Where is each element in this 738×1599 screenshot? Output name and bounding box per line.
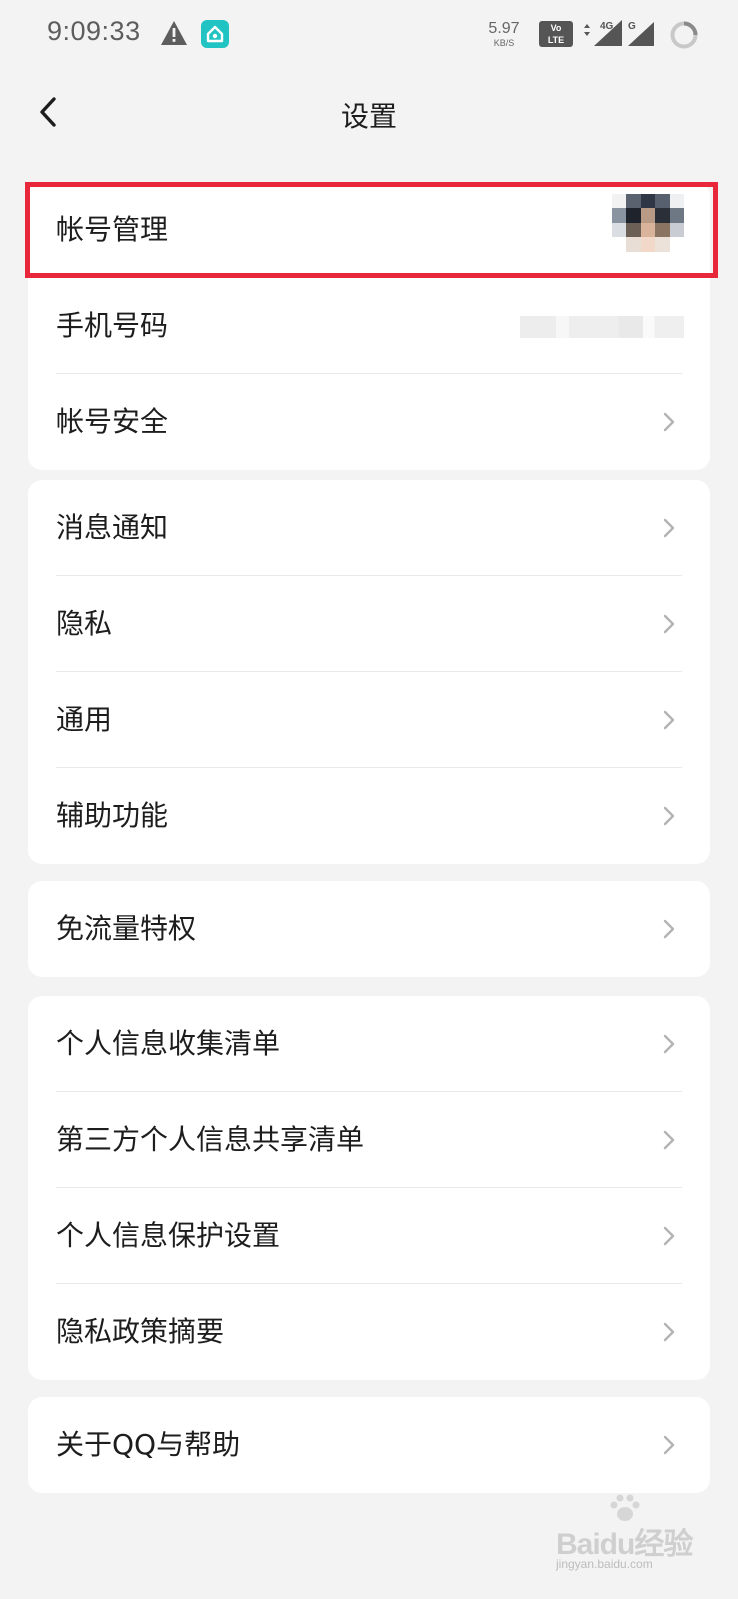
network-speed-unit: KB/S xyxy=(493,38,515,48)
settings-item-third-party-sharing-list[interactable]: 第三方个人信息共享清单 xyxy=(28,1092,710,1188)
sim1-network-label: 4G xyxy=(600,21,614,32)
settings-item-label: 辅助功能 xyxy=(56,799,169,832)
chevron-right-icon xyxy=(663,518,675,538)
warning-icon xyxy=(161,21,187,45)
settings-item-account-management[interactable]: 帐号管理 xyxy=(28,182,710,278)
settings-item-info-collection-list[interactable]: 个人信息收集清单 xyxy=(28,996,710,1092)
settings-item-label: 第三方个人信息共享清单 xyxy=(56,1123,365,1156)
settings-item-free-data-privilege[interactable]: 免流量特权 xyxy=(28,881,710,977)
volte-line1: Vo xyxy=(550,23,562,33)
network-speed-value: 5.97 xyxy=(488,20,520,37)
chevron-right-icon xyxy=(663,710,675,730)
settings-group-data-privilege: 免流量特权 xyxy=(28,881,710,977)
chevron-right-icon xyxy=(663,1130,675,1150)
settings-item-label: 通用 xyxy=(56,703,113,736)
status-time: 9:09:33 xyxy=(47,16,141,46)
watermark: Baidu经验 jingyan.baidu.com xyxy=(556,1494,726,1571)
battery-icon xyxy=(670,21,698,49)
settings-item-notifications[interactable]: 消息通知 xyxy=(28,480,710,576)
settings-item-label: 隐私 xyxy=(56,607,113,640)
settings-item-label: 隐私政策摘要 xyxy=(56,1315,225,1348)
settings-item-label: 帐号安全 xyxy=(56,405,169,438)
settings-item-about-help[interactable]: 关于QQ与帮助 xyxy=(28,1397,710,1493)
chevron-right-icon xyxy=(663,806,675,826)
settings-item-label: 免流量特权 xyxy=(56,912,197,945)
page-title: 设置 xyxy=(340,100,397,133)
settings-group-personal-info: 个人信息收集清单 第三方个人信息共享清单 个人信息保护设置 隐私政策摘要 xyxy=(28,996,710,1380)
app-notification-icon xyxy=(201,20,229,48)
status-bar: 9:09:33 5.97 KB/S Vo LTE 4G G xyxy=(0,0,738,70)
settings-item-label: 帐号管理 xyxy=(56,213,169,246)
settings-group-general: 消息通知 隐私 通用 辅助功能 xyxy=(28,480,710,864)
chevron-right-icon xyxy=(663,1034,675,1054)
settings-item-account-security[interactable]: 帐号安全 xyxy=(28,374,710,470)
chevron-right-icon xyxy=(663,1322,675,1342)
masked-phone-number xyxy=(520,316,684,338)
settings-item-label: 关于QQ与帮助 xyxy=(56,1428,241,1461)
signal-g-icon: G xyxy=(628,21,654,46)
settings-item-info-protection-settings[interactable]: 个人信息保护设置 xyxy=(28,1188,710,1284)
settings-group-about: 关于QQ与帮助 xyxy=(28,1397,710,1493)
chevron-right-icon xyxy=(663,1226,675,1246)
settings-item-label: 手机号码 xyxy=(56,309,169,342)
settings-item-label: 个人信息保护设置 xyxy=(56,1219,281,1252)
settings-item-general[interactable]: 通用 xyxy=(28,672,710,768)
settings-item-accessibility[interactable]: 辅助功能 xyxy=(28,768,710,864)
settings-group-account: 帐号管理 手机号码 帐号安全 xyxy=(28,182,710,470)
chevron-right-icon xyxy=(663,412,675,432)
volte-line2: LTE xyxy=(547,35,565,45)
network-speed: 5.97 KB/S xyxy=(486,21,522,48)
volte-icon: Vo LTE xyxy=(539,21,573,47)
chevron-right-icon xyxy=(663,919,675,939)
settings-item-label: 个人信息收集清单 xyxy=(56,1027,281,1060)
avatar xyxy=(612,194,684,266)
watermark-subtext: jingyan.baidu.com xyxy=(556,1557,653,1571)
settings-item-label: 消息通知 xyxy=(56,511,169,544)
chevron-right-icon xyxy=(663,614,675,634)
nav-header: 设置 xyxy=(0,75,738,150)
settings-item-privacy[interactable]: 隐私 xyxy=(28,576,710,672)
signal-4g-icon: 4G xyxy=(584,20,622,46)
chevron-right-icon xyxy=(663,1435,675,1455)
settings-item-privacy-policy-summary[interactable]: 隐私政策摘要 xyxy=(28,1284,710,1380)
sim2-network-label: G xyxy=(628,21,636,32)
settings-item-phone-number[interactable]: 手机号码 xyxy=(28,278,710,374)
